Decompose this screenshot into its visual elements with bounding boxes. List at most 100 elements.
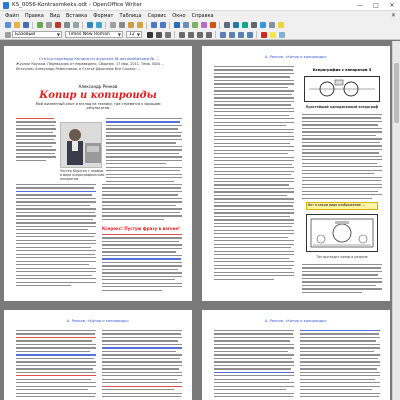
menu-format[interactable]: Формат [90, 13, 116, 19]
font-color-icon[interactable] [260, 31, 267, 38]
align-right-icon[interactable] [196, 31, 203, 38]
italic-icon[interactable] [155, 31, 162, 38]
body-column-left [214, 66, 294, 282]
bullets-icon[interactable] [228, 31, 235, 38]
bold-icon[interactable] [146, 31, 153, 38]
document-workspace[interactable]: Статья перевода Копира из журнала № авто… [0, 41, 392, 400]
print-preview-icon[interactable] [72, 22, 79, 28]
chart-icon[interactable] [200, 22, 207, 28]
section-heading: Ксерокс! Пустую фразу в вагоне! [102, 226, 180, 231]
table-icon[interactable] [182, 22, 189, 28]
formatting-toolbar: Базовый ▼ Times New Roman ▼ 12 ▼ [0, 30, 400, 40]
body-column-right [102, 330, 182, 400]
publication-meta: Журнал Кружки, Переводчик от переведено,… [16, 62, 165, 66]
help-icon[interactable] [277, 22, 284, 28]
minimize-button[interactable]: — [352, 0, 368, 11]
menu-edit[interactable]: Правка [22, 13, 47, 19]
menu-help[interactable]: Справка [189, 13, 217, 19]
export-pdf-icon[interactable] [54, 22, 61, 28]
title-bar: KS_0056-Kontrasmkeks.odt - OpenOffice Wr… [0, 0, 400, 11]
email-icon[interactable] [36, 22, 43, 28]
image-icon[interactable] [191, 22, 198, 28]
format-paintbrush-icon[interactable] [136, 22, 143, 28]
autospellcheck-icon[interactable] [95, 22, 102, 28]
numbering-icon[interactable] [219, 31, 226, 38]
menu-table[interactable]: Таблица [116, 13, 144, 19]
hyperlink-icon[interactable] [173, 22, 180, 28]
figure-caption: Простейший однодисковый ксерограф [305, 105, 379, 109]
copy-icon[interactable] [118, 22, 125, 28]
menu-view[interactable]: Вид [47, 13, 63, 19]
vertical-scrollbar[interactable] [392, 41, 400, 400]
page-header: А. Ренков, «Копир и копироиды» [264, 55, 328, 59]
document-page-4[interactable]: А. Ренков, «Копир и копироиды» [202, 310, 390, 400]
figure-2-caption: Так выглядит копир в разрезе [316, 255, 368, 259]
article-subtitle: Мой жизненный опыт и взгляд на технику, … [35, 102, 161, 110]
open-icon[interactable] [13, 22, 20, 28]
standard-toolbar [0, 20, 400, 30]
menu-insert[interactable]: Вставка [63, 13, 90, 19]
justify-icon[interactable] [205, 31, 212, 38]
cut-icon[interactable] [109, 22, 116, 28]
nonprinting-chars-icon[interactable] [259, 22, 266, 28]
align-center-icon[interactable] [187, 31, 194, 38]
decrease-indent-icon[interactable] [237, 31, 244, 38]
undo-icon[interactable] [150, 22, 157, 28]
body-column-left [16, 330, 96, 400]
highlighted-note: Вот в каком виде изображение ... [306, 202, 378, 210]
font-name-value: Times New Roman [68, 32, 110, 37]
background-color-icon[interactable] [278, 31, 285, 38]
toolbar-separator [32, 21, 33, 29]
maximize-button[interactable]: □ [368, 0, 384, 11]
text-column-right [106, 118, 182, 184]
underline-icon[interactable] [164, 31, 171, 38]
scrollbar-thumb[interactable] [394, 63, 399, 123]
diagram-figure-2[interactable] [306, 214, 378, 252]
font-size-select[interactable]: 12 ▼ [126, 31, 142, 38]
figure-title: Ксерография с аппаратом 5 [312, 68, 372, 72]
paragraph-style-select[interactable]: Базовый ▼ [12, 31, 62, 38]
draw-functions-icon[interactable] [209, 22, 216, 28]
zoom-icon[interactable] [268, 22, 275, 28]
page-header: А. Ренков, «Копир и копироиды» [264, 319, 328, 323]
styles-icon[interactable] [4, 31, 11, 38]
body-column-left [16, 184, 96, 289]
menu-bar: Файл Правка Вид Вставка Формат Таблица С… [0, 11, 400, 20]
writer-app-icon [3, 1, 9, 9]
menu-window[interactable]: Окно [169, 13, 188, 19]
navigator-icon[interactable] [232, 22, 239, 28]
toolbar-separator [219, 21, 220, 29]
print-icon[interactable] [63, 22, 70, 28]
close-button[interactable]: ✕ [384, 0, 400, 11]
paste-icon[interactable] [127, 22, 134, 28]
toolbar-separator [82, 21, 83, 29]
find-replace-icon[interactable] [223, 22, 230, 28]
body-column-right [302, 114, 382, 201]
body-column-right [300, 330, 380, 400]
font-size-value: 12 [129, 32, 135, 37]
document-page-3[interactable]: А. Ренков, «Копир и копироиды» [4, 310, 192, 400]
data-sources-icon[interactable] [250, 22, 257, 28]
carlson-photo[interactable] [60, 122, 102, 168]
edit-file-icon[interactable] [45, 22, 52, 28]
diagram-figure-1[interactable] [304, 76, 380, 102]
gallery-icon[interactable] [241, 22, 248, 28]
page-header-link[interactable]: Статья перевода Копира из журнала № авто… [16, 56, 182, 61]
spellcheck-icon[interactable] [86, 22, 93, 28]
document-page-2[interactable]: А. Ренков, «Копир и копироиды» Ксерограф… [202, 46, 390, 301]
toolbar-separator [146, 21, 147, 29]
font-name-select[interactable]: Times New Roman ▼ [65, 31, 123, 38]
chevron-down-icon: ▼ [117, 32, 121, 37]
new-document-icon[interactable] [4, 22, 11, 28]
toolbar-separator [256, 31, 257, 38]
close-document-icon[interactable]: ✕ [391, 12, 396, 19]
redo-icon[interactable] [159, 22, 166, 28]
menu-file[interactable]: Файл [2, 13, 22, 19]
increase-indent-icon[interactable] [246, 31, 253, 38]
save-icon[interactable] [22, 22, 29, 28]
align-left-icon[interactable] [178, 31, 185, 38]
menu-tools[interactable]: Сервис [145, 13, 170, 19]
highlighting-icon[interactable] [269, 31, 276, 38]
document-page-1[interactable]: Статья перевода Копира из журнала № авто… [4, 46, 192, 301]
chevron-down-icon: ▼ [136, 32, 140, 37]
